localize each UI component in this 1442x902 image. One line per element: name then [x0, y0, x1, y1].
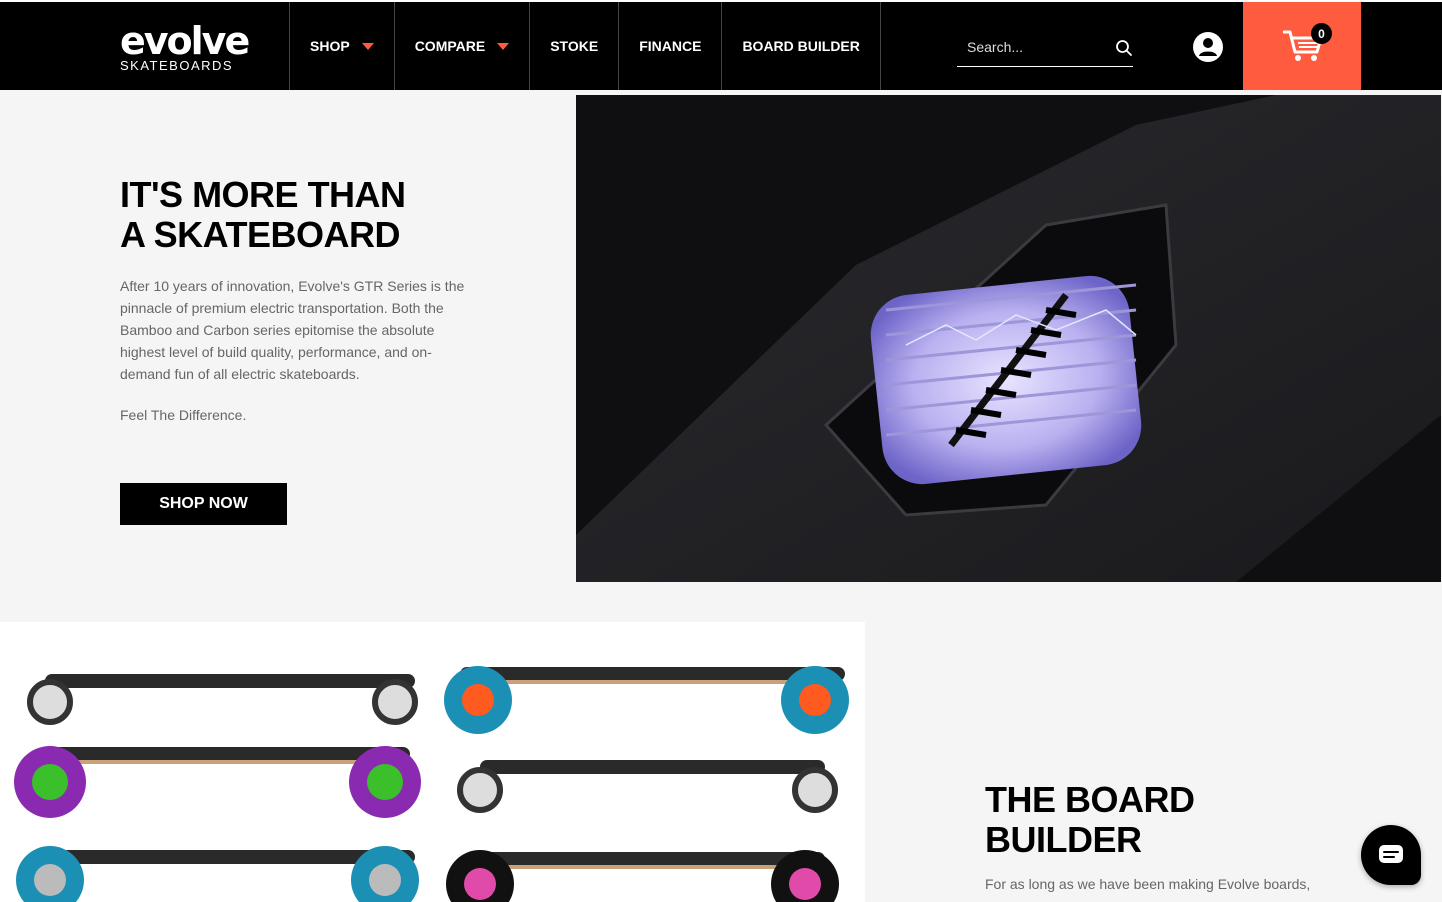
nav-board-builder[interactable]: BOARD BUILDER	[721, 2, 881, 90]
cart-button[interactable]: 0	[1243, 2, 1361, 90]
evolve-logo[interactable]: evolve SKATEBOARDS	[120, 19, 250, 73]
nav-stoke[interactable]: STOKE	[529, 2, 618, 90]
board-builder-title: THE BOARD BUILDER	[985, 779, 1195, 860]
main-nav: SHOP COMPARE STOKE FINANCE BOARD BUILDER	[289, 2, 881, 90]
account-icon[interactable]	[1192, 31, 1224, 63]
shop-now-button[interactable]: SHOP NOW	[120, 483, 287, 525]
search-icon[interactable]	[1115, 39, 1133, 57]
hero-text: IT'S MORE THAN A SKATEBOARD After 10 yea…	[120, 174, 480, 424]
nav-compare-label: COMPARE	[414, 38, 486, 54]
cart-count-badge: 0	[1311, 23, 1332, 44]
skateboard-battery-image	[576, 95, 1441, 582]
chat-button[interactable]	[1361, 825, 1421, 885]
nav-shop[interactable]: SHOP	[289, 2, 394, 90]
nav-board-builder-label: BOARD BUILDER	[742, 38, 860, 54]
hero-title: IT'S MORE THAN A SKATEBOARD	[120, 174, 406, 255]
logo-subtitle: SKATEBOARDS	[120, 58, 234, 73]
hero-image	[576, 95, 1441, 582]
nav-finance-label: FINANCE	[639, 38, 702, 54]
logo-wordmark: evolve	[120, 19, 250, 63]
board-builder-image	[0, 622, 865, 902]
nav-finance[interactable]: FINANCE	[618, 2, 721, 90]
chevron-down-icon	[497, 42, 510, 50]
hero-tagline: Feel The Difference.	[120, 407, 247, 423]
hero-description: After 10 years of innovation, Evolve's G…	[120, 278, 465, 382]
chat-icon	[1379, 845, 1403, 863]
search-input[interactable]	[957, 32, 1097, 62]
skateboard-lineup-image	[14, 666, 849, 902]
nav-shop-label: SHOP	[310, 38, 350, 54]
nav-compare[interactable]: COMPARE	[393, 2, 530, 90]
site-header: evolve SKATEBOARDS SHOP COMPARE STOKE FI…	[0, 0, 1442, 90]
nav-stoke-label: STOKE	[550, 38, 599, 54]
chevron-down-icon	[361, 42, 374, 50]
search-bar	[957, 32, 1133, 67]
board-builder-description: For as long as we have been making Evolv…	[985, 876, 1311, 892]
